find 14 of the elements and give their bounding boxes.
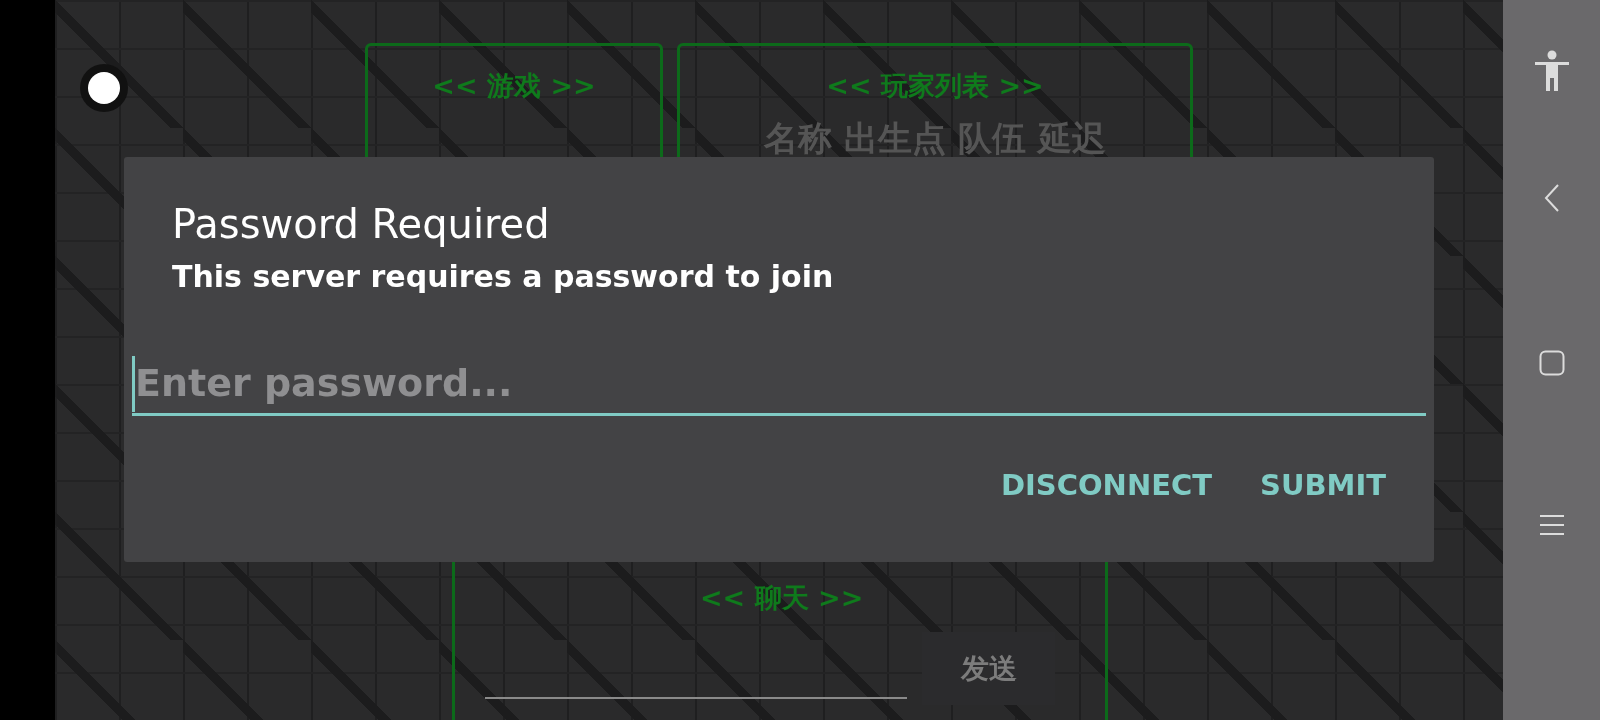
dialog-title: Password Required (172, 201, 551, 247)
back-icon[interactable] (1543, 184, 1560, 212)
panel-title: << 玩家列表 >> (826, 69, 1044, 103)
menu-icon[interactable] (1539, 514, 1564, 536)
text-cursor (132, 356, 135, 412)
panel-title: << 游戏 >> (432, 69, 596, 103)
dialog-message: This server requires a password to join (172, 259, 835, 294)
send-button[interactable]: 发送 (922, 632, 1055, 705)
submit-button[interactable]: SUBMIT (1260, 464, 1386, 506)
password-field[interactable]: Enter password... (132, 352, 1426, 416)
disconnect-button[interactable]: DISCONNECT (1000, 464, 1213, 506)
home-icon[interactable] (1538, 350, 1565, 376)
accessibility-icon[interactable] (1533, 50, 1570, 92)
panel-title: << 聊天 >> (700, 581, 864, 615)
